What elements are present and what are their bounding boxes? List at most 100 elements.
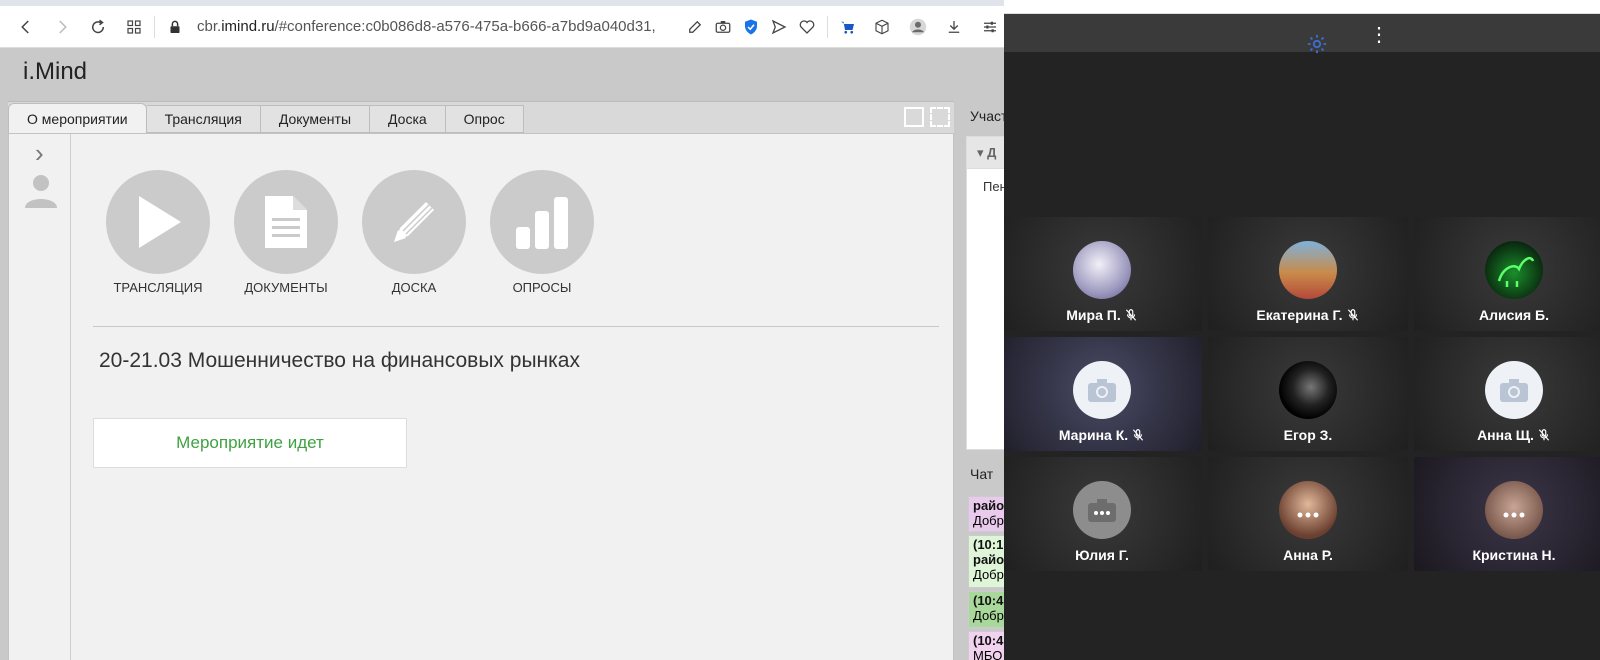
camera-placeholder-icon	[1073, 361, 1131, 419]
tile-documents[interactable]: ДОКУМЕНТЫ	[221, 170, 351, 295]
participant-avatar	[1485, 481, 1543, 539]
chat-message: (10:4 МБО	[968, 631, 1004, 660]
participants-list: ▾ Д Пен	[966, 136, 1004, 450]
more-options-icon[interactable]: ⋮	[1369, 25, 1389, 45]
chat-message-meta: (10:4	[973, 593, 1004, 608]
bar-chart-icon	[490, 170, 594, 274]
participant-name: Алисия Б.	[1478, 307, 1549, 323]
lock-icon[interactable]	[161, 13, 189, 41]
event-title: 20-21.03 Мошенничество на финансовых рын…	[99, 349, 580, 372]
participants-group-header[interactable]: ▾ Д	[967, 137, 1004, 169]
tab-documents[interactable]: Документы	[260, 105, 371, 133]
app-logo[interactable]: i.Mind	[23, 58, 87, 86]
browser-toolbar: cbr. imind.ru/#conference:c0b086d8-a576-4…	[0, 6, 1004, 48]
edit-icon[interactable]	[681, 13, 709, 41]
participant-name-row: Екатерина Г.	[1208, 307, 1408, 325]
chat-label: Чат	[970, 466, 994, 482]
participant-tile[interactable]: Марина К.	[1004, 337, 1202, 451]
shield-icon[interactable]	[737, 13, 765, 41]
mic-muted-icon	[1537, 428, 1551, 445]
pencil-icon	[362, 170, 466, 274]
url-host: imind.ru	[221, 18, 275, 35]
participant-avatar	[1279, 361, 1337, 419]
tile-broadcast[interactable]: ТРАНСЛЯЦИЯ	[93, 170, 223, 295]
participant-name-row: Марина К.	[1004, 427, 1202, 445]
reload-icon[interactable]	[84, 13, 112, 41]
play-icon	[106, 170, 210, 274]
participant-avatar	[1485, 241, 1543, 299]
participant-avatar	[1279, 241, 1337, 299]
cart-icon[interactable]	[834, 13, 862, 41]
tab-about[interactable]: О мероприятии	[8, 103, 147, 133]
address-bar[interactable]: cbr. imind.ru/#conference:c0b086d8-a576-4…	[189, 11, 681, 43]
mic-muted-icon	[1131, 428, 1145, 445]
participants-label: Участ	[970, 108, 1004, 124]
camera-icon[interactable]	[709, 13, 737, 41]
chat-message-text: Добр	[973, 608, 1004, 623]
participant-name: Екатерина Г.	[1256, 307, 1343, 323]
tab-bar: О мероприятии Трансляция Документы Доска…	[8, 103, 524, 133]
chat-message-text: Добр	[973, 567, 1004, 582]
participant-tile[interactable]: Алисия Б.	[1414, 217, 1600, 331]
gear-icon[interactable]	[1306, 33, 1328, 61]
video-toolbar	[1004, 14, 1600, 52]
participant-name: Мира П.	[1066, 307, 1121, 323]
chevron-right-icon[interactable]: ›	[35, 138, 44, 169]
chat-message-text: МБО	[973, 648, 1003, 660]
participant-name-row: Мира П.	[1004, 307, 1202, 325]
tab-broadcast[interactable]: Трансляция	[146, 105, 261, 133]
participant-tile[interactable]: Анна Щ.	[1414, 337, 1600, 451]
forward-icon[interactable]	[48, 13, 76, 41]
download-icon[interactable]	[940, 13, 968, 41]
participant-avatar	[1279, 481, 1337, 539]
participant-row[interactable]: Пен	[983, 179, 1004, 194]
window-top-strip	[1004, 0, 1600, 14]
browser-window: cbr. imind.ru/#conference:c0b086d8-a576-4…	[0, 0, 1004, 660]
participant-name: Егор З.	[1283, 427, 1333, 443]
toolbar-separator	[827, 15, 828, 38]
participant-name: Кристина Н.	[1472, 547, 1556, 563]
participant-tile[interactable]: Юлия Г.	[1004, 457, 1202, 571]
app-header: i.Mind	[0, 48, 1004, 102]
fullscreen-icon[interactable]	[930, 107, 950, 127]
tile-label: ДОСКА	[391, 280, 437, 295]
chat-message-meta: район	[973, 498, 1004, 513]
participant-avatar	[1073, 241, 1131, 299]
participant-name: Анна Щ.	[1477, 427, 1534, 443]
mic-muted-icon	[1124, 308, 1138, 325]
url-prefix: cbr.	[197, 18, 222, 35]
cube-icon[interactable]	[868, 13, 896, 41]
document-icon	[234, 170, 338, 274]
participant-tile[interactable]: Егор З.	[1208, 337, 1408, 451]
tile-polls[interactable]: ОПРОСЫ	[477, 170, 607, 295]
send-icon[interactable]	[765, 13, 793, 41]
event-status-button[interactable]: Мероприятие идет	[93, 418, 407, 468]
side-rail: ›	[9, 134, 71, 660]
url-path: /#conference:c0b086d8-a576-475a-b666-a7b…	[274, 18, 656, 35]
tile-board[interactable]: ДОСКА	[349, 170, 479, 295]
window-restore-icon[interactable]	[904, 107, 924, 127]
user-icon[interactable]	[23, 172, 59, 215]
participant-tile[interactable]: Кристина Н.	[1414, 457, 1600, 571]
chat-message: районДобр	[968, 496, 1004, 532]
event-panel: › ТРАНСЛЯЦИЯ ДОКУМЕНТЫ ДОСКА ОПРОСЫ 20-2…	[8, 133, 954, 660]
settings-sliders-icon[interactable]	[976, 13, 1004, 41]
mic-muted-icon	[1346, 308, 1360, 325]
participant-name-row: Анна Щ.	[1414, 427, 1600, 445]
tab-poll[interactable]: Опрос	[445, 105, 524, 133]
chat-message: (10:1районДобр	[968, 535, 1004, 588]
video-conference-window: ⋮ Мира П. Екатерина Г. Алисия Б. Марина …	[1004, 0, 1600, 660]
chat-message-meta: (10:4	[973, 633, 1004, 648]
chat-message-meta: (10:1	[973, 537, 1004, 552]
participant-tile[interactable]: Анна Р.	[1208, 457, 1408, 571]
participants-group-name: Д	[987, 145, 997, 160]
heart-icon[interactable]	[793, 13, 821, 41]
participant-tile[interactable]: Мира П.	[1004, 217, 1202, 331]
participant-tile[interactable]: Екатерина Г.	[1208, 217, 1408, 331]
tab-board[interactable]: Доска	[370, 105, 446, 133]
back-icon[interactable]	[12, 13, 40, 41]
apps-grid-icon[interactable]	[120, 13, 148, 41]
participant-name: Марина К.	[1058, 427, 1129, 443]
profile-icon[interactable]	[904, 13, 932, 41]
tile-label: ТРАНСЛЯЦИЯ	[113, 280, 203, 295]
